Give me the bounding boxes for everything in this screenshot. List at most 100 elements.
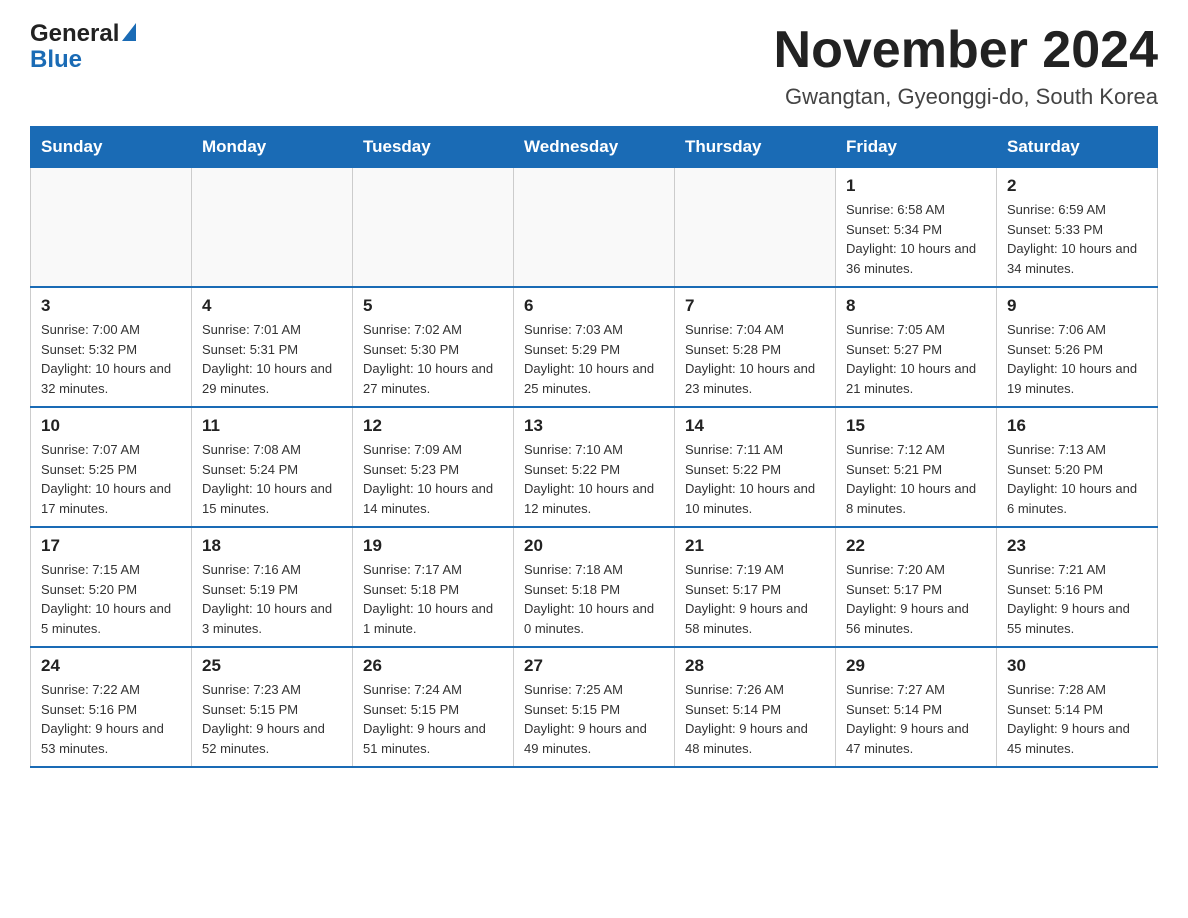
calendar-cell: 17Sunrise: 7:15 AMSunset: 5:20 PMDayligh…: [31, 527, 192, 647]
calendar-cell: 2 Sunrise: 6:59 AMSunset: 5:33 PMDaylight…: [997, 168, 1158, 288]
day-info: Sunrise: 7:20 AMSunset: 5:17 PMDaylight:…: [846, 560, 986, 638]
calendar-cell: [675, 168, 836, 288]
day-info: Sunrise: 7:25 AMSunset: 5:15 PMDaylight:…: [524, 680, 664, 758]
day-info: Sunrise: 6:59 AMSunset: 5:33 PMDaylight:…: [1007, 200, 1147, 278]
calendar-cell: 5 Sunrise: 7:02 AMSunset: 5:30 PMDaylight…: [353, 287, 514, 407]
day-number: 3: [41, 296, 181, 316]
calendar-cell: 6 Sunrise: 7:03 AMSunset: 5:29 PMDaylight…: [514, 287, 675, 407]
header: General Blue November 2024 Gwangtan, Gye…: [30, 20, 1158, 110]
day-number: 16: [1007, 416, 1147, 436]
calendar-cell: 30 Sunrise: 7:28 AMSunset: 5:14 PMDayligh…: [997, 647, 1158, 767]
col-monday: Monday: [192, 127, 353, 168]
day-info: Sunrise: 7:08 AMSunset: 5:24 PMDaylight:…: [202, 440, 342, 518]
logo-blue-text: Blue: [30, 46, 82, 74]
calendar-cell: 21 Sunrise: 7:19 AMSunset: 5:17 PMDayligh…: [675, 527, 836, 647]
day-info: Sunrise: 7:24 AMSunset: 5:15 PMDaylight:…: [363, 680, 503, 758]
day-number: 10: [41, 416, 181, 436]
col-friday: Friday: [836, 127, 997, 168]
calendar-cell: 12 Sunrise: 7:09 AMSunset: 5:23 PMDayligh…: [353, 407, 514, 527]
location-title: Gwangtan, Gyeonggi-do, South Korea: [774, 84, 1158, 110]
day-info: Sunrise: 7:06 AMSunset: 5:26 PMDaylight:…: [1007, 320, 1147, 398]
day-info: Sunrise: 7:04 AMSunset: 5:28 PMDaylight:…: [685, 320, 825, 398]
day-info: Sunrise: 7:11 AMSunset: 5:22 PMDaylight:…: [685, 440, 825, 518]
day-number: 22: [846, 536, 986, 556]
day-number: 12: [363, 416, 503, 436]
calendar-cell: 9Sunrise: 7:06 AMSunset: 5:26 PMDaylight…: [997, 287, 1158, 407]
day-info: Sunrise: 6:58 AMSunset: 5:34 PMDaylight:…: [846, 200, 986, 278]
day-number: 5: [363, 296, 503, 316]
month-title: November 2024: [774, 20, 1158, 80]
calendar-cell: 19 Sunrise: 7:17 AMSunset: 5:18 PMDayligh…: [353, 527, 514, 647]
day-info: Sunrise: 7:10 AMSunset: 5:22 PMDaylight:…: [524, 440, 664, 518]
calendar-table: Sunday Monday Tuesday Wednesday Thursday…: [30, 126, 1158, 768]
day-info: Sunrise: 7:03 AMSunset: 5:29 PMDaylight:…: [524, 320, 664, 398]
calendar-cell: [192, 168, 353, 288]
day-number: 14: [685, 416, 825, 436]
col-sunday: Sunday: [31, 127, 192, 168]
day-info: Sunrise: 7:13 AMSunset: 5:20 PMDaylight:…: [1007, 440, 1147, 518]
calendar-cell: 28 Sunrise: 7:26 AMSunset: 5:14 PMDayligh…: [675, 647, 836, 767]
day-number: 13: [524, 416, 664, 436]
day-number: 28: [685, 656, 825, 676]
col-saturday: Saturday: [997, 127, 1158, 168]
day-info: Sunrise: 7:27 AMSunset: 5:14 PMDaylight:…: [846, 680, 986, 758]
col-wednesday: Wednesday: [514, 127, 675, 168]
calendar-cell: 27 Sunrise: 7:25 AMSunset: 5:15 PMDayligh…: [514, 647, 675, 767]
day-number: 30: [1007, 656, 1147, 676]
day-info: Sunrise: 7:05 AMSunset: 5:27 PMDaylight:…: [846, 320, 986, 398]
title-area: November 2024 Gwangtan, Gyeonggi-do, Sou…: [774, 20, 1158, 110]
day-number: 4: [202, 296, 342, 316]
col-thursday: Thursday: [675, 127, 836, 168]
day-info: Sunrise: 7:17 AMSunset: 5:18 PMDaylight:…: [363, 560, 503, 638]
calendar-cell: 4 Sunrise: 7:01 AMSunset: 5:31 PMDaylight…: [192, 287, 353, 407]
day-info: Sunrise: 7:22 AMSunset: 5:16 PMDaylight:…: [41, 680, 181, 758]
day-number: 15: [846, 416, 986, 436]
day-info: Sunrise: 7:09 AMSunset: 5:23 PMDaylight:…: [363, 440, 503, 518]
calendar-cell: 16 Sunrise: 7:13 AMSunset: 5:20 PMDayligh…: [997, 407, 1158, 527]
day-info: Sunrise: 7:01 AMSunset: 5:31 PMDaylight:…: [202, 320, 342, 398]
logo-arrow-icon: [122, 23, 136, 41]
calendar-cell: 7 Sunrise: 7:04 AMSunset: 5:28 PMDaylight…: [675, 287, 836, 407]
day-number: 19: [363, 536, 503, 556]
day-number: 24: [41, 656, 181, 676]
col-tuesday: Tuesday: [353, 127, 514, 168]
calendar-cell: 3 Sunrise: 7:00 AMSunset: 5:32 PMDaylight…: [31, 287, 192, 407]
day-info: Sunrise: 7:12 AMSunset: 5:21 PMDaylight:…: [846, 440, 986, 518]
day-info: Sunrise: 7:15 AMSunset: 5:20 PMDaylight:…: [41, 560, 181, 638]
calendar-cell: 11Sunrise: 7:08 AMSunset: 5:24 PMDayligh…: [192, 407, 353, 527]
calendar-cell: 18Sunrise: 7:16 AMSunset: 5:19 PMDayligh…: [192, 527, 353, 647]
calendar-cell: 29Sunrise: 7:27 AMSunset: 5:14 PMDayligh…: [836, 647, 997, 767]
calendar-cell: 24 Sunrise: 7:22 AMSunset: 5:16 PMDayligh…: [31, 647, 192, 767]
day-info: Sunrise: 7:00 AMSunset: 5:32 PMDaylight:…: [41, 320, 181, 398]
calendar-week-row: 10 Sunrise: 7:07 AMSunset: 5:25 PMDayligh…: [31, 407, 1158, 527]
day-info: Sunrise: 7:21 AMSunset: 5:16 PMDaylight:…: [1007, 560, 1147, 638]
calendar-cell: [353, 168, 514, 288]
day-info: Sunrise: 7:02 AMSunset: 5:30 PMDaylight:…: [363, 320, 503, 398]
calendar-cell: [514, 168, 675, 288]
calendar-cell: 1 Sunrise: 6:58 AMSunset: 5:34 PMDaylight…: [836, 168, 997, 288]
day-number: 27: [524, 656, 664, 676]
day-info: Sunrise: 7:19 AMSunset: 5:17 PMDaylight:…: [685, 560, 825, 638]
calendar-cell: 22 Sunrise: 7:20 AMSunset: 5:17 PMDayligh…: [836, 527, 997, 647]
day-info: Sunrise: 7:28 AMSunset: 5:14 PMDaylight:…: [1007, 680, 1147, 758]
calendar-cell: 25Sunrise: 7:23 AMSunset: 5:15 PMDayligh…: [192, 647, 353, 767]
day-info: Sunrise: 7:18 AMSunset: 5:18 PMDaylight:…: [524, 560, 664, 638]
calendar-week-row: 3 Sunrise: 7:00 AMSunset: 5:32 PMDaylight…: [31, 287, 1158, 407]
day-number: 8: [846, 296, 986, 316]
calendar-cell: 20 Sunrise: 7:18 AMSunset: 5:18 PMDayligh…: [514, 527, 675, 647]
day-number: 7: [685, 296, 825, 316]
day-info: Sunrise: 7:26 AMSunset: 5:14 PMDaylight:…: [685, 680, 825, 758]
calendar-cell: 14 Sunrise: 7:11 AMSunset: 5:22 PMDayligh…: [675, 407, 836, 527]
day-number: 2: [1007, 176, 1147, 196]
day-number: 25: [202, 656, 342, 676]
day-number: 6: [524, 296, 664, 316]
logo-general-text: General: [30, 20, 119, 48]
day-number: 20: [524, 536, 664, 556]
day-number: 21: [685, 536, 825, 556]
calendar-header-row: Sunday Monday Tuesday Wednesday Thursday…: [31, 127, 1158, 168]
day-info: Sunrise: 7:07 AMSunset: 5:25 PMDaylight:…: [41, 440, 181, 518]
calendar-cell: 10 Sunrise: 7:07 AMSunset: 5:25 PMDayligh…: [31, 407, 192, 527]
calendar-week-row: 17Sunrise: 7:15 AMSunset: 5:20 PMDayligh…: [31, 527, 1158, 647]
calendar-cell: 23Sunrise: 7:21 AMSunset: 5:16 PMDayligh…: [997, 527, 1158, 647]
day-number: 1: [846, 176, 986, 196]
